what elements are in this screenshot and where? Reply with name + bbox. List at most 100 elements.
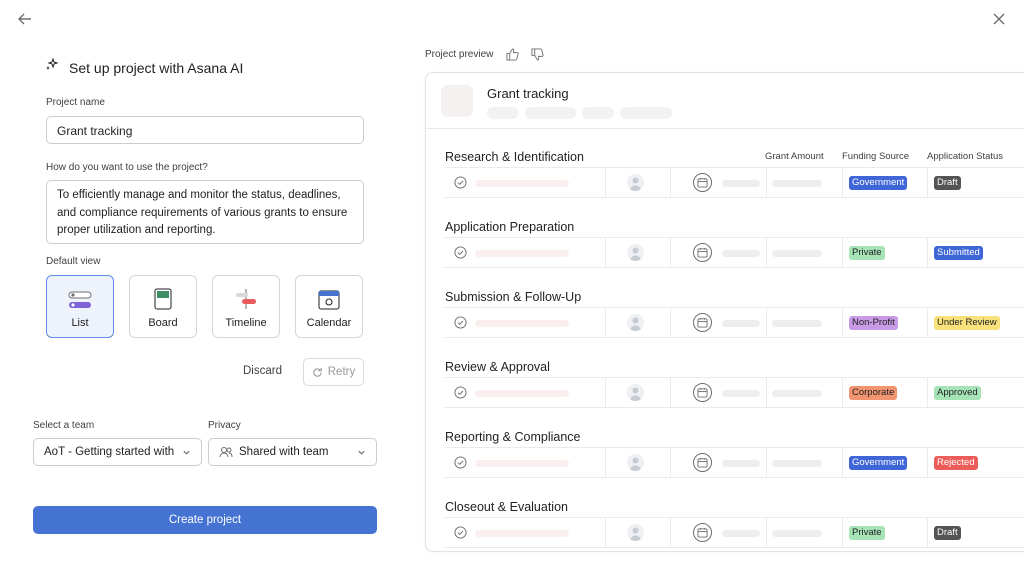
column-header-application-status: Application Status	[927, 151, 1004, 162]
project-name-label: Project name	[46, 97, 105, 108]
chevron-down-icon	[183, 450, 190, 455]
cell-divider	[605, 378, 606, 407]
privacy-select[interactable]: Shared with team	[208, 438, 377, 466]
date-placeholder	[722, 390, 760, 397]
grant-amount-placeholder	[772, 180, 822, 187]
cell-divider	[927, 168, 928, 197]
task-name-placeholder	[475, 530, 569, 537]
section-title: Research & Identification	[445, 150, 584, 164]
task-row: Private Submitted	[444, 237, 1024, 268]
view-option-list[interactable]: List	[46, 275, 114, 338]
funding-source-tag: Government	[849, 456, 908, 470]
checkmark-circle-icon[interactable]	[454, 316, 467, 329]
cell-divider	[766, 308, 767, 337]
application-status-tag: Under Review	[934, 316, 1000, 330]
cell-divider	[927, 518, 928, 547]
view-option-board[interactable]: Board	[129, 275, 197, 338]
cell-divider	[842, 518, 843, 547]
timeline-icon	[236, 289, 256, 309]
cell-divider	[842, 168, 843, 197]
calendar-icon[interactable]	[693, 313, 712, 332]
project-preview-card: Grant tracking Grant Amount Funding Sour…	[425, 72, 1024, 552]
calendar-icon[interactable]	[693, 523, 712, 542]
calendar-icon[interactable]	[693, 243, 712, 262]
privacy-label: Privacy	[208, 420, 241, 431]
view-option-label: Board	[148, 317, 178, 329]
calendar-icon[interactable]	[693, 173, 712, 192]
cell-divider	[766, 448, 767, 477]
privacy-value: Shared with team	[239, 446, 329, 458]
cell-divider	[842, 448, 843, 477]
calendar-icon[interactable]	[693, 453, 712, 472]
view-option-label: Calendar	[306, 317, 352, 329]
application-status-tag: Approved	[934, 386, 981, 400]
cell-divider	[766, 238, 767, 267]
cell-divider	[927, 238, 928, 267]
back-arrow-icon[interactable]	[14, 9, 36, 29]
people-icon	[219, 447, 233, 458]
cell-divider	[927, 378, 928, 407]
section-title: Reporting & Compliance	[445, 430, 581, 444]
avatar	[627, 384, 644, 401]
grant-amount-placeholder	[772, 320, 822, 327]
cell-divider	[605, 308, 606, 337]
cell-divider	[842, 378, 843, 407]
grant-amount-placeholder	[772, 460, 822, 467]
cell-divider	[605, 448, 606, 477]
use-description-textarea[interactable]: To efficiently manage and monitor the st…	[46, 180, 364, 244]
preview-project-title: Grant tracking	[487, 86, 569, 101]
project-name-input[interactable]: Grant tracking	[46, 116, 364, 144]
date-placeholder	[722, 460, 760, 467]
cell-divider	[670, 378, 671, 407]
view-option-timeline[interactable]: Timeline	[212, 275, 280, 338]
placeholder-pill	[620, 107, 672, 119]
cell-divider	[670, 238, 671, 267]
create-project-button[interactable]: Create project	[33, 506, 377, 534]
task-name-placeholder	[475, 180, 569, 187]
cell-divider	[670, 448, 671, 477]
chevron-down-icon	[358, 450, 365, 455]
team-select[interactable]: AoT - Getting started with	[33, 438, 202, 466]
application-status-tag: Submitted	[934, 246, 983, 260]
calendar-icon[interactable]	[693, 383, 712, 402]
checkmark-circle-icon[interactable]	[454, 246, 467, 259]
thumbs-down-icon[interactable]	[529, 46, 545, 62]
form-title: Set up project with Asana AI	[69, 59, 244, 76]
avatar	[627, 524, 644, 541]
cell-divider	[842, 238, 843, 267]
thumbs-up-icon[interactable]	[504, 46, 520, 62]
checkmark-circle-icon[interactable]	[454, 456, 467, 469]
checkmark-circle-icon[interactable]	[454, 176, 467, 189]
default-view-label: Default view	[46, 256, 101, 267]
list-icon	[68, 291, 92, 308]
task-row: Corporate Approved	[444, 377, 1024, 408]
cell-divider	[927, 448, 928, 477]
cell-divider	[605, 168, 606, 197]
task-name-placeholder	[475, 320, 569, 327]
date-placeholder	[722, 320, 760, 327]
retry-button[interactable]: Retry	[303, 358, 364, 386]
retry-label: Retry	[327, 366, 356, 378]
discard-button[interactable]: Discard	[243, 365, 282, 377]
task-row: Government Draft	[444, 167, 1024, 198]
cell-divider	[842, 308, 843, 337]
view-option-calendar[interactable]: Calendar	[295, 275, 363, 338]
task-name-placeholder	[475, 390, 569, 397]
task-name-placeholder	[475, 250, 569, 257]
section-title: Closeout & Evaluation	[445, 500, 568, 514]
close-icon[interactable]	[988, 8, 1010, 30]
cell-divider	[766, 518, 767, 547]
form-title-row: Set up project with Asana AI	[45, 57, 244, 77]
placeholder-pill	[582, 107, 614, 119]
team-label: Select a team	[33, 420, 95, 431]
avatar	[627, 454, 644, 471]
section-title: Application Preparation	[445, 220, 575, 234]
grant-amount-placeholder	[772, 390, 822, 397]
cell-divider	[670, 518, 671, 547]
placeholder-pill	[525, 107, 576, 119]
checkmark-circle-icon[interactable]	[454, 386, 467, 399]
board-icon	[154, 288, 172, 310]
avatar	[627, 244, 644, 261]
checkmark-circle-icon[interactable]	[454, 526, 467, 539]
application-status-tag: Draft	[934, 176, 961, 190]
